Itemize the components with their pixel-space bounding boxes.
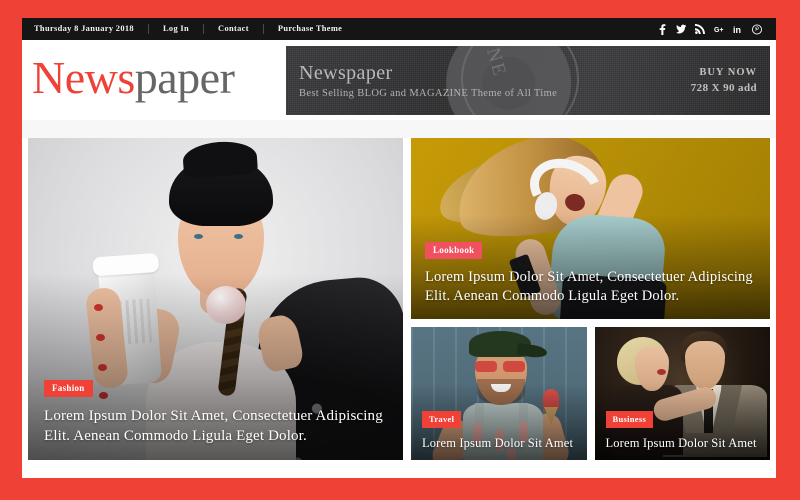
page-frame: Thursday 8 January 2018 Log In Contact P… <box>0 0 800 500</box>
banner-cta-block[interactable]: BUY NOW 728 X 90 add <box>691 67 770 94</box>
featured-left-column: Fashion Lorem Ipsum Dolor Sit Amet, Cons… <box>28 138 403 460</box>
social-links: G+ in <box>657 23 766 35</box>
post-card-fashion[interactable]: Fashion Lorem Ipsum Dolor Sit Amet, Cons… <box>28 138 403 460</box>
post-title-lookbook[interactable]: Lorem Ipsum Dolor Sit Amet, Consectetuer… <box>425 268 756 307</box>
top-utility-bar: Thursday 8 January 2018 Log In Contact P… <box>22 18 776 40</box>
logo-text-secondary: paper <box>134 52 235 103</box>
facebook-icon[interactable] <box>657 23 667 35</box>
post-title-business[interactable]: Lorem Ipsum Dolor Sit Amet <box>606 435 760 451</box>
banner-text-block: Newspaper Best Selling BLOG and MAGAZINE… <box>286 62 557 99</box>
post-caption-fashion: Fashion Lorem Ipsum Dolor Sit Amet, Cons… <box>28 378 403 461</box>
category-badge-fashion[interactable]: Fashion <box>44 379 93 397</box>
post-card-travel[interactable]: Travel Lorem Ipsum Dolor Sit Amet <box>411 327 587 460</box>
header-banner-ad[interactable]: ONE Newspaper Best Selling BLOG and MAGA… <box>286 45 770 115</box>
linkedin-icon[interactable]: in <box>733 23 743 35</box>
post-title-travel[interactable]: Lorem Ipsum Dolor Sit Amet <box>422 435 576 451</box>
rss-icon[interactable] <box>695 23 705 35</box>
category-badge-lookbook[interactable]: Lookbook <box>425 241 483 259</box>
banner-size-label: 728 X 90 add <box>690 81 757 94</box>
site-canvas: Thursday 8 January 2018 Log In Contact P… <box>22 18 776 478</box>
category-badge-travel[interactable]: Travel <box>422 410 462 428</box>
svg-text:in: in <box>733 25 741 34</box>
site-logo[interactable]: Newspaper <box>32 52 235 105</box>
pinterest-icon[interactable] <box>752 23 762 35</box>
top-navigation: Thursday 8 January 2018 Log In Contact P… <box>31 18 356 40</box>
nav-item-purchase-theme[interactable]: Purchase Theme <box>264 18 356 40</box>
category-badge-business[interactable]: Business <box>605 410 654 428</box>
featured-bottom-row: Travel Lorem Ipsum Dolor Sit Amet Busine… <box>411 327 770 460</box>
current-date: Thursday 8 January 2018 <box>34 24 134 33</box>
featured-right-column: Lookbook Lorem Ipsum Dolor Sit Amet, Con… <box>411 138 770 460</box>
twitter-icon[interactable] <box>676 23 686 35</box>
post-caption-business: Business Lorem Ipsum Dolor Sit Amet <box>595 409 771 460</box>
banner-subtitle: Best Selling BLOG and MAGAZINE Theme of … <box>299 87 558 99</box>
nav-item-log-in[interactable]: Log In <box>149 18 203 40</box>
post-caption-travel: Travel Lorem Ipsum Dolor Sit Amet <box>411 409 587 460</box>
masthead: Newspaper ONE Newspaper Best Selling BLO… <box>22 40 776 120</box>
post-title-fashion[interactable]: Lorem Ipsum Dolor Sit Amet, Consectetuer… <box>44 406 387 447</box>
post-caption-lookbook: Lookbook Lorem Ipsum Dolor Sit Amet, Con… <box>411 240 770 319</box>
banner-buy-now-label: BUY NOW <box>699 66 757 78</box>
featured-posts-grid: Fashion Lorem Ipsum Dolor Sit Amet, Cons… <box>22 138 776 460</box>
svg-text:G+: G+ <box>714 27 723 34</box>
banner-title: Newspaper <box>299 61 393 84</box>
post-card-lookbook[interactable]: Lookbook Lorem Ipsum Dolor Sit Amet, Con… <box>411 138 770 319</box>
google-plus-icon[interactable]: G+ <box>714 23 724 35</box>
masthead-spacer <box>22 120 776 138</box>
logo-text-primary: News <box>32 52 135 103</box>
post-card-business[interactable]: Business Lorem Ipsum Dolor Sit Amet <box>594 327 771 460</box>
nav-item-contact[interactable]: Contact <box>204 18 263 40</box>
